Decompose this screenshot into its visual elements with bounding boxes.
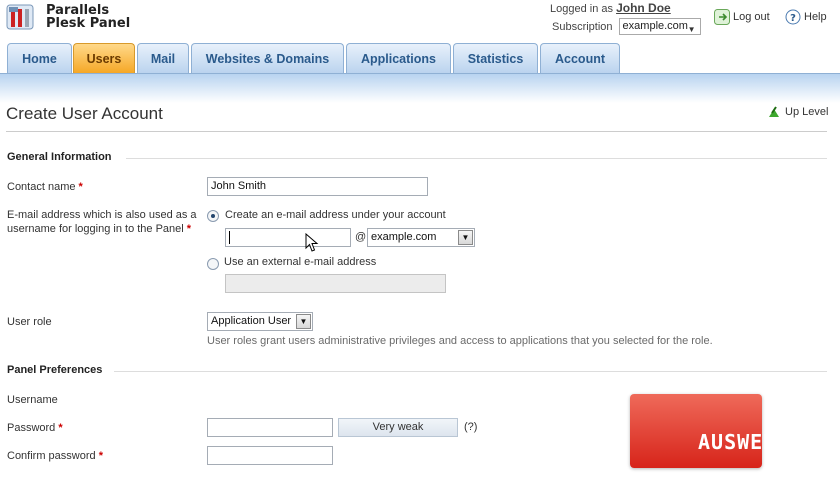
user-name-link[interactable]: John Doe <box>616 1 671 15</box>
radio-external-email[interactable] <box>207 258 219 270</box>
tab-users[interactable]: Users <box>73 43 135 74</box>
subscription-value: example.com <box>622 20 688 32</box>
up-level-icon <box>767 105 781 119</box>
tab-band <box>0 73 840 103</box>
help-icon: ? <box>785 9 801 25</box>
email-label-text: E-mail address which is also used as a u… <box>7 209 197 235</box>
subscription-label: Subscription <box>552 20 613 33</box>
user-role-value: Application User <box>211 315 292 327</box>
section-divider <box>126 158 827 159</box>
confirm-password-label: Confirm password * <box>7 449 103 463</box>
username-label: Username <box>7 394 58 406</box>
password-strength-meter: Very weak <box>338 418 458 437</box>
page-title: Create User Account <box>6 104 163 123</box>
title-divider <box>6 131 827 132</box>
email-local-part-input[interactable] <box>225 228 351 247</box>
header: Parallels Plesk Panel Logged in as John … <box>0 0 840 44</box>
required-mark: * <box>98 450 103 462</box>
chevron-down-icon: ▼ <box>296 314 311 329</box>
password-input[interactable] <box>207 418 333 437</box>
user-role-select[interactable]: Application User ▼ <box>207 312 313 331</box>
email-label: E-mail address which is also used as a u… <box>7 208 197 236</box>
email-domain-select[interactable]: example.com ▼ <box>367 228 475 247</box>
required-mark: * <box>78 181 83 193</box>
help-label: Help <box>804 11 827 23</box>
subscription-select[interactable]: example.com ▼ <box>618 18 701 35</box>
tab-home[interactable]: Home <box>7 43 72 74</box>
up-level-label: Up Level <box>785 106 829 118</box>
subscription-row: Subscription example.com ▼ <box>552 18 701 35</box>
text-caret <box>229 231 230 244</box>
contact-name-label: Contact name * <box>7 180 83 194</box>
tab-mail[interactable]: Mail <box>137 43 189 74</box>
confirm-password-input[interactable] <box>207 446 333 465</box>
chevron-down-icon: ▼ <box>458 230 473 245</box>
chevron-down-icon: ▼ <box>687 25 696 34</box>
main-navigation-tabs: Home Users Mail Websites & Domains Appli… <box>0 42 840 74</box>
help-link[interactable]: ? Help <box>785 9 827 25</box>
panel-preferences-heading: Panel Preferences <box>7 364 103 376</box>
parallels-logo-icon <box>6 3 40 31</box>
tab-websites-domains[interactable]: Websites & Domains <box>191 43 344 74</box>
contact-name-input[interactable]: John Smith <box>207 177 428 196</box>
radio-create-email[interactable] <box>207 210 219 222</box>
tab-statistics[interactable]: Statistics <box>453 43 538 74</box>
contact-name-text: Contact name <box>7 181 76 193</box>
tab-applications[interactable]: Applications <box>346 43 451 74</box>
email-domain-value: example.com <box>371 231 437 243</box>
user-role-label: User role <box>7 316 52 328</box>
plesk-logo[interactable]: Parallels Plesk Panel <box>6 3 130 31</box>
watermark-text: AUSWEB <box>698 430 777 454</box>
general-information-heading: General Information <box>7 151 112 163</box>
mouse-cursor-icon <box>305 233 319 252</box>
at-sign: @ <box>355 231 367 243</box>
logged-in-prefix: Logged in as <box>550 3 613 15</box>
external-email-input[interactable] <box>225 274 446 293</box>
section-divider <box>114 371 827 372</box>
confirm-password-text: Confirm password <box>7 450 96 462</box>
logged-in-info: Logged in as John Doe <box>550 1 671 15</box>
required-mark: * <box>186 223 192 235</box>
required-mark: * <box>58 422 63 434</box>
password-label: Password * <box>7 421 63 435</box>
password-help-link[interactable]: (?) <box>464 420 477 434</box>
logout-link[interactable]: Log out <box>714 9 770 25</box>
up-level-link[interactable]: Up Level <box>767 105 828 119</box>
logout-icon <box>714 9 730 25</box>
tab-account[interactable]: Account <box>540 43 620 74</box>
password-label-text: Password <box>7 422 56 434</box>
logout-label: Log out <box>733 11 770 23</box>
radio-create-email-label[interactable]: Create an e-mail address under your acco… <box>225 208 446 222</box>
user-role-hint: User roles grant users administrative pr… <box>207 335 713 347</box>
brand-line2: Plesk Panel <box>46 16 131 31</box>
svg-text:?: ? <box>790 13 796 24</box>
radio-external-email-label[interactable]: Use an external e-mail address <box>224 255 376 269</box>
